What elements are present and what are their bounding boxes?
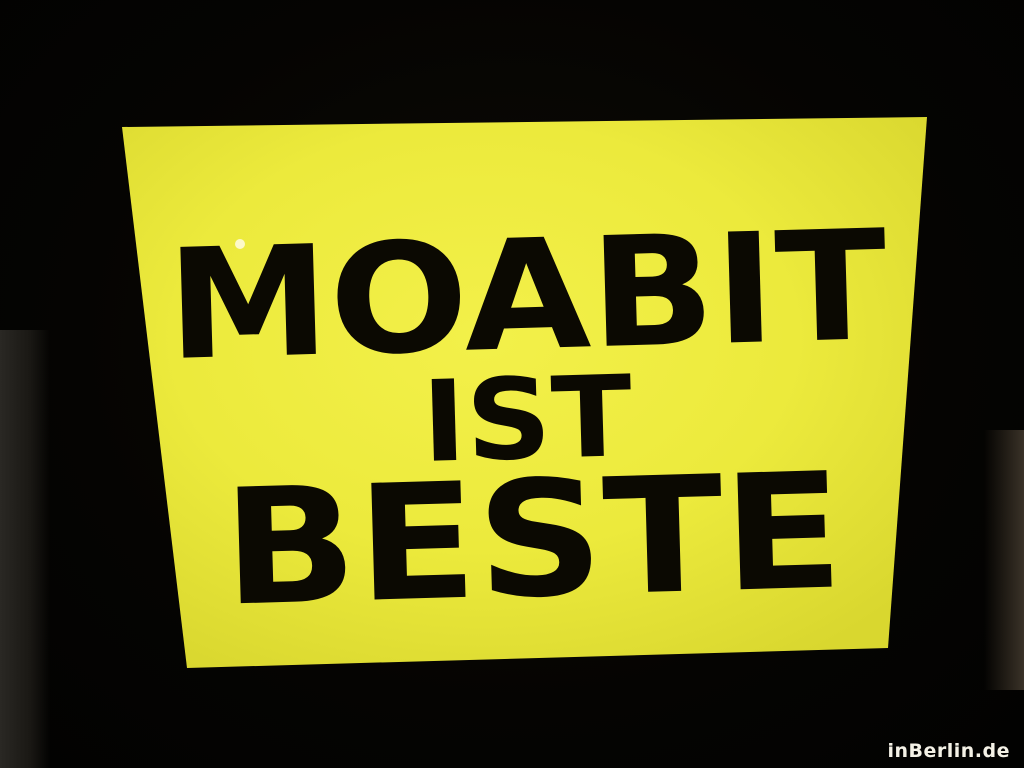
sign-line-3: BESTE xyxy=(220,437,845,641)
photo-scene: MOABIT IST BESTE inBerlin.de xyxy=(0,0,1024,768)
watermark-text: inBerlin.de xyxy=(887,740,1010,762)
sign-panel: MOABIT IST BESTE xyxy=(0,0,1024,768)
sign-svg: MOABIT IST BESTE xyxy=(122,117,927,668)
